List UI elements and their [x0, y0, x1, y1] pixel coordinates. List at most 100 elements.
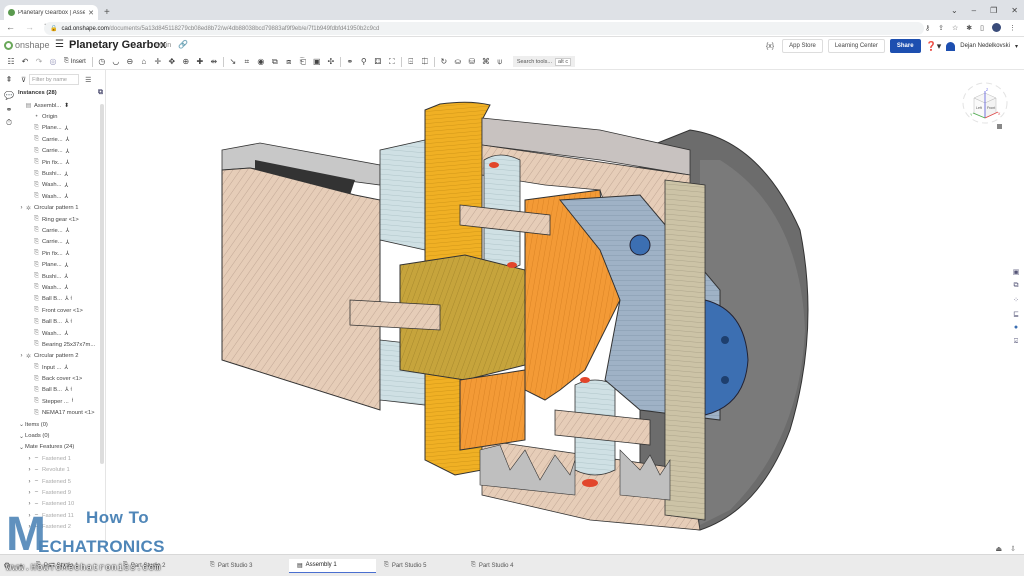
tab-search-icon[interactable]: ⌄ [951, 6, 958, 15]
list-options-icon[interactable]: ☰ [85, 76, 91, 84]
minimize-icon[interactable]: – [972, 6, 976, 15]
tree-row[interactable]: ⎘ Wash... ⅄ [18, 282, 100, 293]
expand-chevron-icon[interactable]: ⌄ [18, 444, 25, 451]
extensions-puzzle-icon[interactable]: ✱ [966, 24, 972, 32]
sketch-icon[interactable]: ↻ [437, 55, 451, 69]
properties-icon[interactable]: ⊑ [1011, 308, 1021, 319]
export-icon[interactable]: ⇩ [1010, 545, 1016, 553]
onshape-logo[interactable]: onshape [4, 40, 50, 50]
tab-part-studio-3[interactable]: ⎘ Part Studio 3 [202, 559, 289, 573]
tab-part-studio-4[interactable]: ⎘ Part Studio 4 [463, 559, 550, 573]
revolute-mate-icon[interactable]: ⊖ [123, 55, 137, 69]
filter-input[interactable]: Filter by name [29, 74, 80, 85]
tree-row[interactable]: ⎘ Plane... ⅄ [18, 123, 100, 134]
close-tab-icon[interactable]: ✕ [88, 9, 94, 17]
tree-row[interactable]: ⎘ Wash... ⅄ [18, 328, 100, 339]
view-cube[interactable]: Left Front Z X Y [960, 78, 1010, 133]
filter-icon[interactable]: ⊽ [21, 76, 26, 84]
profile-avatar[interactable] [992, 23, 1001, 32]
tree-row[interactable]: ▤ Assembl... ⬍ [18, 100, 100, 111]
parallel-mate-icon[interactable]: ⇹ [207, 55, 221, 69]
tree-row[interactable]: ⎘ Ball B... ⅄ ⍿ [18, 385, 100, 396]
forward-icon[interactable]: → [25, 22, 34, 33]
explode-icon[interactable]: ⛶ [385, 55, 399, 69]
tree-row[interactable]: • Origin [18, 111, 100, 122]
display-states-icon[interactable]: ⛀ [451, 55, 465, 69]
search-tools-input[interactable]: Search tools... alt c [512, 56, 576, 67]
insert-button[interactable]: ⎘ Insert [60, 58, 90, 65]
tree-row[interactable]: ⎘ Pin fix... ⅄ [18, 248, 100, 259]
config-icon[interactable]: ◎ [46, 55, 60, 69]
render-icon[interactable]: ● [1011, 322, 1021, 333]
cube-front-label[interactable]: Front [987, 106, 995, 110]
tree-row[interactable]: ⎘ NEMA17 mount <1> [18, 408, 100, 419]
parts-icon[interactable]: ⚭ [0, 102, 18, 116]
add-instance-icon[interactable]: ⇞ [0, 72, 18, 86]
mate-values-icon[interactable]: ⧉ [1011, 280, 1021, 291]
learning-center-button[interactable]: Learning Center [827, 39, 885, 53]
section-view-icon[interactable]: ⎅ [418, 55, 432, 69]
browser-tab[interactable]: Planetary Gearbox | Assembly 1 ✕ [4, 5, 98, 20]
expand-chevron-icon[interactable]: ⌄ [18, 421, 25, 428]
key-icon[interactable]: ⚷ [925, 24, 930, 32]
close-window-icon[interactable]: ✕ [1011, 6, 1018, 15]
document-menu-icon[interactable]: ☰ [55, 39, 64, 50]
tree-row[interactable]: ⎘ Carrie... ⅄ [18, 225, 100, 236]
motion-icon[interactable]: ⍦ [493, 55, 507, 69]
collapse-panel-icon[interactable]: ⧉ [98, 89, 103, 97]
replicate-icon[interactable]: ⧉ [268, 55, 282, 69]
tree-row[interactable]: ⎘ Wash... ⅄ [18, 191, 100, 202]
comments-icon[interactable]: 💬 [0, 88, 18, 102]
tree-row[interactable]: ⎘ Front cover <1> [18, 305, 100, 316]
share-page-icon[interactable]: ⇪ [938, 24, 944, 32]
fastened-mate-icon[interactable]: ◡ [109, 55, 123, 69]
history-icon[interactable]: ⏱ [0, 116, 18, 130]
tree-row[interactable]: ⌄ Items (0) [18, 419, 100, 430]
expand-chevron-icon[interactable]: › [26, 467, 33, 473]
link-icon[interactable]: 🔗 [178, 40, 188, 49]
undo-icon[interactable]: ↶ [18, 55, 32, 69]
tree-row[interactable]: ⎘ Ball B... ⅄ ⍿ [18, 294, 100, 305]
expand-chevron-icon[interactable]: › [26, 490, 33, 496]
tree-row[interactable]: › ✲ Circular pattern 1 [18, 203, 100, 214]
view-options-icon[interactable] [997, 124, 1002, 129]
screw-relation-icon[interactable]: ⚲ [357, 55, 371, 69]
back-icon[interactable]: ← [6, 22, 15, 33]
tree-row[interactable]: › ✲ Circular pattern 2 [18, 351, 100, 362]
panel-scrollbar[interactable] [100, 104, 104, 464]
tree-row[interactable]: ⎘ Bearing 25x37x7m... [18, 339, 100, 350]
tree-row[interactable]: ⌄ Loads (0) [18, 430, 100, 441]
tree-row[interactable]: ⎘ Pin fix... ⅄ [18, 157, 100, 168]
save-icon[interactable]: ▣ [310, 55, 324, 69]
user-avatar[interactable] [946, 41, 956, 51]
mirror-icon[interactable]: ⎗ [296, 55, 310, 69]
measure-icon[interactable]: ⌹ [404, 55, 418, 69]
tree-row[interactable]: ⎘ Bushi... ⅄ [18, 168, 100, 179]
share-button[interactable]: Share [889, 39, 921, 53]
tab-assembly-1[interactable]: ▤ Assembly 1 [289, 558, 376, 573]
user-menu-chevron-icon[interactable]: ▾ [1015, 43, 1018, 50]
expand-chevron-icon[interactable]: ⌄ [18, 433, 25, 440]
appearance-panel-icon[interactable]: ▣ [1011, 266, 1021, 277]
tree-row[interactable]: ⎘ Plane... ⅄ [18, 259, 100, 270]
planar-mate-icon[interactable]: ⊕ [179, 55, 193, 69]
expand-chevron-icon[interactable]: › [26, 479, 33, 485]
group-icon[interactable]: ◉ [254, 55, 268, 69]
redo-icon[interactable]: ↷ [32, 55, 46, 69]
tree-row[interactable]: ⎘ Bushi... ⅄ [18, 271, 100, 282]
clock-icon[interactable]: ◷ [95, 55, 109, 69]
pin-slot-mate-icon[interactable]: ✥ [165, 55, 179, 69]
tree-row[interactable]: › ⌣ Fastened 9 [18, 487, 100, 498]
expand-chevron-icon[interactable]: › [18, 353, 25, 359]
tree-row[interactable]: › ⌣ Revolute 1 [18, 465, 100, 476]
expand-chevron-icon[interactable]: › [26, 456, 33, 462]
feature-list-icon[interactable]: ☷ [4, 55, 18, 69]
tree-row[interactable]: ⎘ Back cover <1> [18, 373, 100, 384]
help-icon[interactable]: ❓▾ [926, 41, 942, 52]
slider-mate-icon[interactable]: ⌂ [137, 55, 151, 69]
pattern-icon[interactable]: ⧈ [282, 55, 296, 69]
tab-part-studio-5[interactable]: ⎘ Part Studio 5 [376, 559, 463, 573]
variables-icon[interactable]: {x} [766, 43, 774, 50]
tree-row[interactable]: ⌄ Mate Features (24) [18, 442, 100, 453]
tree-row[interactable]: ⎘ Input ... ⅄ [18, 362, 100, 373]
